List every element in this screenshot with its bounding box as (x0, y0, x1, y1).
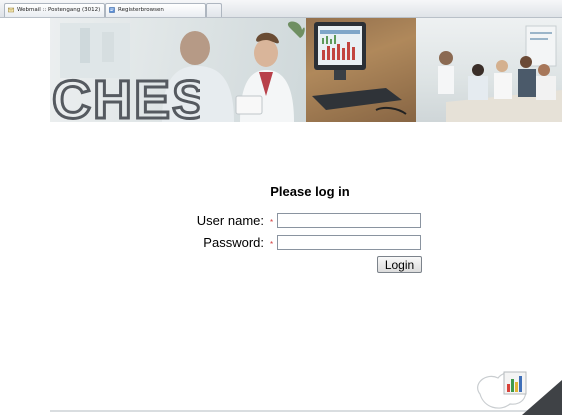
header-banner: CHES (50, 18, 562, 122)
required-marker: * (270, 240, 274, 249)
password-input[interactable] (277, 235, 421, 250)
username-label: User name: (196, 213, 264, 228)
banner-photo-computer (306, 18, 416, 122)
new-tab-button[interactable] (206, 3, 222, 17)
login-button[interactable]: Login (377, 256, 422, 273)
browser-page-icon (109, 7, 115, 13)
required-marker: * (270, 218, 274, 227)
chart-figure-icon (477, 371, 562, 415)
meeting-illustration (438, 25, 562, 122)
ches-logo: CHES (51, 70, 201, 122)
mail-icon (8, 7, 14, 13)
browser-tab-label: Webmail :: Postengang (3012) (17, 7, 101, 13)
password-label: Password: (203, 235, 264, 250)
login-heading: Please log in (270, 184, 350, 199)
browser-tab-label: Registerbrowsen (118, 7, 164, 13)
banner-photo-meeting (416, 18, 562, 122)
browser-tab-registerbrowsen[interactable]: Registerbrowsen (105, 3, 206, 17)
browser-tab-webmail[interactable]: Webmail :: Postengang (3012) (4, 3, 105, 17)
logo-text: CHES (52, 70, 200, 122)
browser-tab-strip: Webmail :: Postengang (3012) Registerbro… (0, 0, 562, 18)
computer-illustration (306, 18, 416, 122)
username-input[interactable] (277, 213, 421, 228)
